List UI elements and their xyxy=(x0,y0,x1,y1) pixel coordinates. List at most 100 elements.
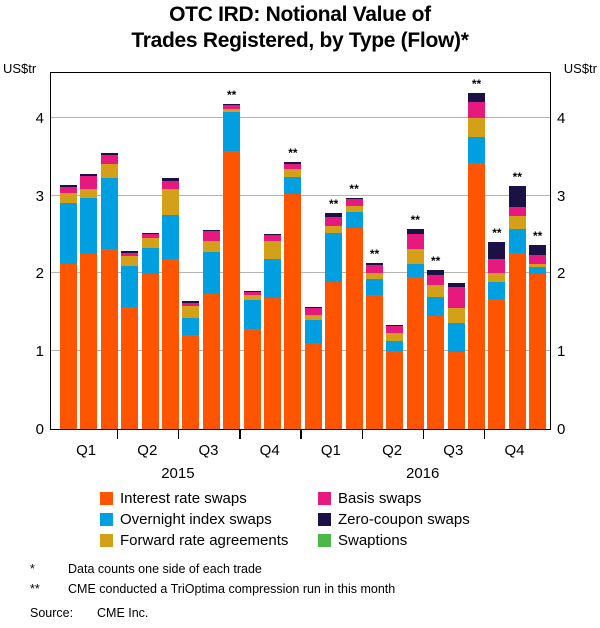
legend-item[interactable]: Overnight index swaps xyxy=(100,512,318,527)
bar-segment xyxy=(223,151,241,429)
x-axis-tick xyxy=(422,430,425,439)
bar[interactable] xyxy=(447,282,465,429)
y-tick-label-right-0: 0 xyxy=(557,421,566,438)
legend-label: Interest rate swaps xyxy=(120,490,247,507)
bar[interactable] xyxy=(182,300,200,429)
y-axis-unit-right: US$tr xyxy=(563,61,597,76)
x-axis-quarter-label: Q4 xyxy=(504,442,525,459)
y-tick-label-right-2: 2 xyxy=(557,265,566,283)
bar-segment xyxy=(488,258,506,273)
legend-swatch-icon xyxy=(100,492,113,505)
bar-segment xyxy=(202,251,220,295)
x-axis-quarter-label: Q4 xyxy=(259,442,280,459)
bar[interactable] xyxy=(243,290,261,429)
bar-segment xyxy=(366,278,383,296)
bar[interactable] xyxy=(162,177,179,429)
bar[interactable] xyxy=(508,186,526,429)
legend-item[interactable]: Zero-coupon swaps xyxy=(318,512,520,527)
bar[interactable] xyxy=(529,244,547,429)
bar-segment xyxy=(60,193,77,204)
x-axis-tick xyxy=(300,430,302,439)
bar-segment xyxy=(447,323,465,352)
compression-run-marker: ** xyxy=(349,181,359,196)
bar-segment xyxy=(488,281,506,300)
bar-segment xyxy=(141,238,159,248)
bar[interactable] xyxy=(80,173,98,429)
bar-segment xyxy=(162,180,179,189)
bar[interactable] xyxy=(386,324,404,429)
bar-segment xyxy=(488,272,506,282)
chart-legend: Interest rate swaps Basis swaps Overnight … xyxy=(100,488,520,551)
bar-segment xyxy=(325,232,343,282)
bar[interactable] xyxy=(202,229,220,429)
bar-segment xyxy=(386,351,404,429)
bar-segment xyxy=(182,317,200,335)
bar[interactable] xyxy=(223,103,241,429)
bar[interactable] xyxy=(60,184,77,429)
source-value: CME Inc. xyxy=(97,606,149,620)
bar-segment xyxy=(162,258,179,429)
x-axis-tick xyxy=(177,430,180,439)
x-axis-quarter-label: Q2 xyxy=(382,442,403,459)
bar-segment xyxy=(202,294,220,429)
bar[interactable] xyxy=(141,232,159,429)
y-tick-label-right-4: 4 xyxy=(557,109,566,127)
x-axis-year-label: 2016 xyxy=(406,465,440,482)
bar-segment xyxy=(468,102,485,118)
bar[interactable] xyxy=(406,229,424,429)
bar-segment xyxy=(488,242,506,259)
footnote-2-text: CME conducted a TriOptima compression ru… xyxy=(68,582,396,596)
y-tick-label-right-1: 1 xyxy=(557,343,566,361)
bar[interactable] xyxy=(304,306,322,429)
legend-item[interactable]: Interest rate swaps xyxy=(100,491,318,506)
bar-segment xyxy=(447,351,465,429)
bar[interactable] xyxy=(264,233,281,429)
bar[interactable] xyxy=(284,162,302,429)
legend-swatch-icon xyxy=(100,513,113,526)
legend-swatch-icon xyxy=(318,492,331,505)
bar-segment xyxy=(325,225,343,233)
bar[interactable] xyxy=(366,263,383,429)
bar-segment xyxy=(100,155,118,165)
bar[interactable] xyxy=(488,242,506,429)
legend-item[interactable]: Basis swaps xyxy=(318,491,520,506)
bar-segment xyxy=(80,197,98,254)
x-axis-quarter-label: Q1 xyxy=(320,442,341,459)
compression-run-marker: ** xyxy=(369,247,380,262)
bar-segment xyxy=(202,231,220,241)
bar-segment xyxy=(141,247,159,275)
bar-segment xyxy=(284,193,302,429)
bar-segment xyxy=(366,295,383,429)
bar[interactable] xyxy=(325,213,343,429)
bar[interactable] xyxy=(427,270,445,429)
bar-segment xyxy=(60,264,77,429)
title-line-2: Trades Registered, by Type (Flow)* xyxy=(131,29,469,52)
legend-swatch-icon xyxy=(318,534,331,547)
bar-segment xyxy=(529,244,547,255)
x-axis-tick xyxy=(361,430,363,439)
legend-item[interactable]: Swaptions xyxy=(318,533,520,548)
bar[interactable] xyxy=(121,250,139,429)
bar[interactable] xyxy=(345,197,363,429)
bar-segment xyxy=(488,299,506,429)
bar-segment xyxy=(529,254,547,265)
legend-swatch-icon xyxy=(318,513,331,526)
compression-run-marker: ** xyxy=(533,228,543,243)
x-axis-tick xyxy=(239,430,241,439)
bar-segment xyxy=(447,287,465,309)
x-axis-tick xyxy=(483,430,486,439)
x-axis-quarter-label: Q3 xyxy=(198,442,219,459)
bar-segment xyxy=(243,329,261,429)
footnote-2-marker: ** xyxy=(30,582,40,596)
bar[interactable] xyxy=(468,92,485,429)
y-tick-label-left-2: 2 xyxy=(35,265,44,283)
x-axis-quarter-label: Q3 xyxy=(443,442,464,459)
bar-segment xyxy=(468,162,485,429)
legend-item[interactable]: Forward rate agreements xyxy=(100,533,318,548)
bar-segment xyxy=(60,203,77,265)
bar-segment xyxy=(264,259,281,299)
bar-segment xyxy=(80,253,98,429)
bar[interactable] xyxy=(100,152,118,429)
bar-segment xyxy=(223,112,241,152)
bar-segment xyxy=(121,306,139,429)
